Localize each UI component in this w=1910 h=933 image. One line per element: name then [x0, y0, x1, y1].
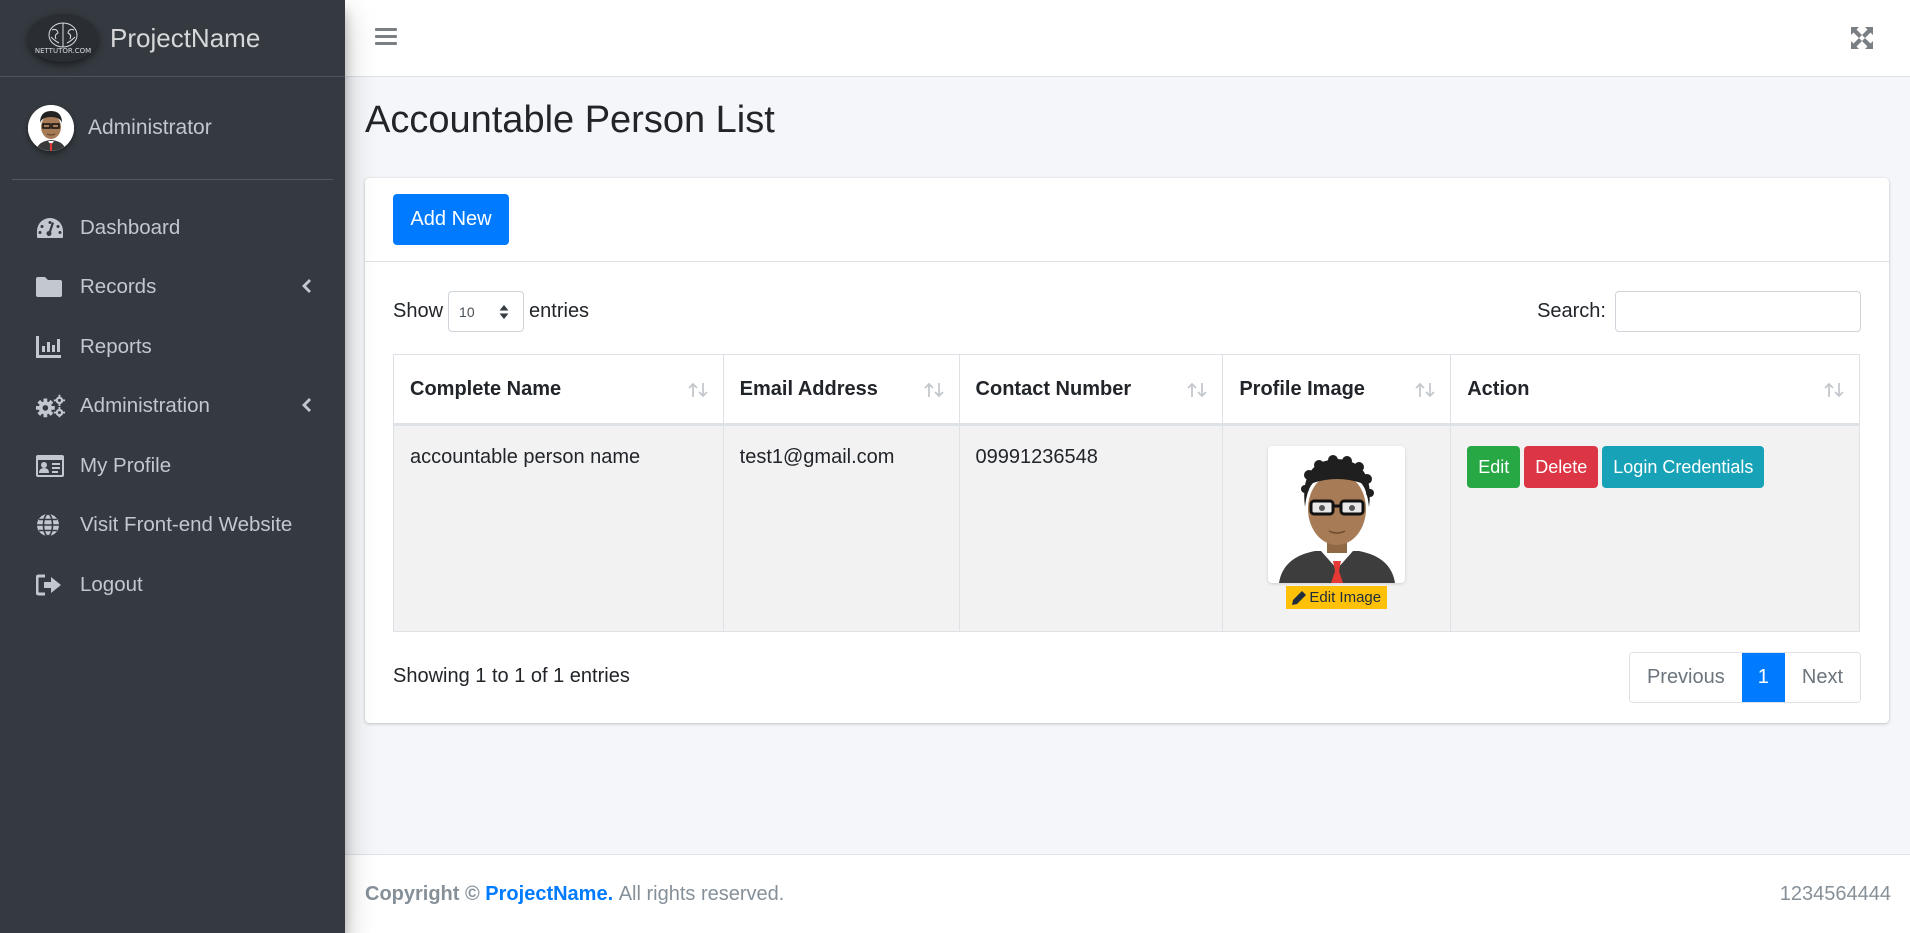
pagination-page-1[interactable]: 1	[1741, 653, 1785, 702]
footer: Copyright © ProjectName. All rights rese…	[345, 854, 1910, 933]
delete-button[interactable]: Delete	[1524, 446, 1599, 488]
sidebar-item-visit-website[interactable]: Visit Front-end Website	[12, 496, 333, 556]
entries-length: Show 10 entries	[393, 291, 589, 332]
login-credentials-button[interactable]: Login Credentials	[1602, 446, 1765, 488]
column-header-label: Complete Name	[410, 377, 562, 400]
cell-actions: Edit Delete Login Credentials	[1450, 424, 1860, 632]
avatar	[28, 105, 74, 151]
sidebar-item-administration[interactable]: Administration	[12, 377, 333, 437]
rights-text: All rights reserved.	[618, 882, 785, 905]
sidebar-item-records[interactable]: Records	[12, 258, 333, 318]
table-row: accountable person name test1@gmail.com …	[393, 424, 1860, 632]
search-input[interactable]	[1615, 291, 1861, 332]
show-label: Show	[393, 300, 444, 322]
tachometer-icon	[36, 215, 66, 241]
sidebar-item-logout[interactable]: Logout	[12, 555, 333, 615]
entries-length-select[interactable]: 10	[448, 291, 525, 332]
sort-icon	[1414, 381, 1436, 398]
action-buttons: Edit Delete Login Credentials	[1467, 446, 1843, 488]
sidebar: NETTUTOR.COM ProjectName Administrator D…	[0, 0, 345, 933]
sidebar-item-reports[interactable]: Reports	[12, 317, 333, 377]
table-search: Search:	[1537, 291, 1861, 332]
table-info: Showing 1 to 1 of 1 entries	[393, 665, 630, 687]
sidebar-item-label: My Profile	[80, 453, 172, 477]
table-controls: Show 10 entries Search:	[393, 291, 1861, 332]
copyright-label: Copyright ©	[365, 882, 480, 905]
sidebar-item-label: Administration	[80, 394, 210, 418]
top-navbar	[345, 0, 1910, 77]
chevron-left-icon	[301, 394, 311, 418]
sidebar-item-my-profile[interactable]: My Profile	[12, 436, 333, 496]
avatar-image	[28, 105, 74, 151]
pagination-previous[interactable]: Previous	[1629, 653, 1742, 702]
edit-image-button[interactable]: Edit Image	[1286, 586, 1388, 609]
edit-button[interactable]: Edit	[1467, 446, 1521, 488]
column-header-complete-name[interactable]: Complete Name	[393, 354, 724, 426]
user-name: Administrator	[88, 116, 212, 139]
chevron-left-icon	[301, 275, 311, 299]
brand-logo-text: NETTUTOR.COM	[34, 47, 92, 55]
sidebar-item-dashboard[interactable]: Dashboard	[12, 198, 333, 258]
add-new-button[interactable]: Add New	[393, 194, 509, 245]
sort-arrows-icon	[499, 304, 509, 323]
edit-image-label: Edit Image	[1309, 589, 1382, 606]
sidebar-nav: Dashboard Records Reports Administration	[0, 198, 345, 615]
accountable-person-card: Add New Show 10 entries Search: Complete…	[365, 178, 1889, 723]
column-header-email-address[interactable]: Email Address	[722, 354, 960, 426]
pagination: Previous 1 Next	[1628, 652, 1861, 703]
folder-icon	[36, 274, 66, 300]
profile-image	[1268, 446, 1406, 583]
page-title: Accountable Person List	[365, 99, 775, 141]
brand-link[interactable]: NETTUTOR.COM ProjectName	[0, 0, 345, 77]
hamburger-icon[interactable]	[375, 28, 397, 48]
card-header: Add New	[365, 178, 1889, 262]
entries-length-value: 10	[459, 303, 475, 320]
pagination-next[interactable]: Next	[1784, 653, 1860, 702]
column-header-label: Contact Number	[975, 377, 1132, 400]
sort-icon	[687, 381, 709, 398]
content-wrapper: Accountable Person List Add New Show 10 …	[345, 77, 1910, 854]
column-header-label: Profile Image	[1239, 377, 1365, 400]
cell-email: test1@gmail.com	[722, 424, 960, 632]
column-header-label: Action	[1467, 377, 1530, 400]
accountable-person-table: Complete Name Email Address Contact Numb…	[393, 354, 1860, 632]
footer-brand-link[interactable]: ProjectName.	[485, 883, 613, 906]
id-card-icon	[36, 453, 66, 479]
cogs-icon	[36, 393, 66, 419]
column-header-label: Email Address	[739, 377, 878, 400]
cell-contact: 09991236548	[958, 424, 1224, 632]
sort-icon	[923, 381, 945, 398]
table-header-row: Complete Name Email Address Contact Numb…	[393, 354, 1860, 426]
column-header-contact-number[interactable]: Contact Number	[958, 354, 1224, 426]
sort-icon	[1186, 381, 1208, 398]
column-header-profile-image[interactable]: Profile Image	[1222, 354, 1452, 426]
globe-icon	[36, 512, 66, 538]
entries-label: entries	[529, 300, 590, 322]
brand-name: ProjectName	[110, 22, 261, 53]
sidebar-item-label: Reports	[80, 334, 152, 358]
cell-complete-name: accountable person name	[393, 424, 724, 632]
sidebar-item-label: Visit Front-end Website	[80, 513, 293, 537]
sidebar-item-label: Records	[80, 275, 157, 299]
cell-profile-image: Edit Image	[1222, 424, 1452, 632]
expand-icon[interactable]	[1851, 27, 1873, 49]
chart-bar-icon	[36, 334, 66, 360]
search-label: Search:	[1537, 300, 1606, 322]
sidebar-item-label: Logout	[80, 572, 143, 596]
pencil-icon	[1292, 590, 1307, 605]
sort-icon	[1823, 381, 1845, 398]
sign-out-icon	[36, 572, 66, 598]
brand-logo: NETTUTOR.COM	[28, 14, 98, 62]
user-panel[interactable]: Administrator	[12, 77, 333, 180]
footer-version: 1234564444	[1779, 882, 1891, 905]
column-header-action[interactable]: Action	[1450, 354, 1860, 426]
brain-icon	[48, 22, 78, 48]
sidebar-item-label: Dashboard	[80, 215, 181, 239]
